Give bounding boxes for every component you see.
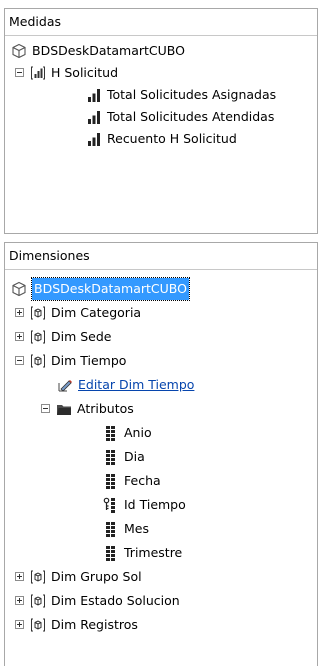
measures-panel: Medidas BDSDeskDatamartCUBO H Solicitud …	[4, 8, 318, 234]
edit-dimension-link-row[interactable]: Editar Dim Tiempo	[57, 373, 194, 395]
key-attribute-icon	[103, 497, 115, 513]
dimension-icon	[31, 618, 45, 631]
dimension-icon	[31, 570, 45, 583]
measure-bars-icon	[88, 88, 100, 102]
measure-item[interactable]: Total Solicitudes Atendidas	[86, 105, 274, 127]
attribute-label: Anio	[124, 424, 152, 440]
attribute-label: Mes	[124, 520, 149, 536]
dimensions-cube-node[interactable]: BDSDeskDatamartCUBO	[11, 276, 190, 301]
attributes-folder[interactable]: Atributos	[41, 397, 134, 419]
expand-toggle[interactable]	[15, 308, 24, 317]
attribute-item[interactable]: Mes	[103, 517, 149, 539]
dimension-icon	[31, 594, 45, 607]
dimension-dim-tiempo[interactable]: Dim Tiempo	[15, 349, 126, 371]
measure-bars-icon	[88, 132, 100, 146]
attribute-label: Trimestre	[124, 544, 183, 560]
measure-group-h-solicitud[interactable]: H Solicitud	[15, 61, 118, 83]
dimension-label: Dim Estado Solucion	[51, 592, 180, 608]
folder-icon	[57, 404, 71, 415]
attribute-icon	[106, 545, 115, 561]
dimension-label: Dim Tiempo	[51, 352, 127, 368]
attribute-item[interactable]: Trimestre	[103, 541, 182, 563]
attribute-icon	[106, 449, 115, 465]
expand-toggle[interactable]	[15, 572, 24, 581]
dimensions-cube-label: BDSDeskDatamartCUBO	[31, 276, 190, 301]
attribute-icon	[106, 473, 115, 489]
dimension-dim-registros[interactable]: Dim Registros	[15, 613, 138, 635]
expand-toggle[interactable]	[15, 332, 24, 341]
dimension-dim-grupo-sol[interactable]: Dim Grupo Sol	[15, 565, 142, 587]
expand-toggle[interactable]	[15, 596, 24, 605]
dimension-label: Dim Categoria	[51, 304, 142, 320]
measures-header: Medidas	[5, 9, 317, 36]
collapse-toggle[interactable]	[15, 356, 24, 365]
cube-icon	[12, 43, 26, 58]
measures-cube-node[interactable]: BDSDeskDatamartCUBO	[11, 39, 185, 61]
collapse-toggle[interactable]	[15, 68, 24, 77]
dimension-dim-estado-solucion[interactable]: Dim Estado Solucion	[15, 589, 180, 611]
dimension-dim-sede[interactable]: Dim Sede	[15, 325, 112, 347]
measure-item-label: Total Solicitudes Asignadas	[107, 86, 277, 102]
dimension-label: Dim Sede	[51, 328, 112, 344]
measure-item-label: Recuento H Solicitud	[107, 130, 237, 146]
dimensions-panel: Dimensiones BDSDeskDatamartCUBO Dim Cate…	[4, 242, 318, 666]
measure-bars-icon	[88, 110, 100, 124]
dimension-dim-categoria[interactable]: Dim Categoria	[15, 301, 141, 323]
edit-dim-tiempo-link[interactable]: Editar Dim Tiempo	[78, 374, 194, 396]
attribute-icon	[106, 425, 115, 441]
attribute-label: Id Tiempo	[124, 496, 186, 512]
dimension-icon	[31, 306, 45, 319]
attribute-item[interactable]: Fecha	[103, 469, 161, 491]
measure-group-label: H Solicitud	[51, 64, 119, 80]
dimensions-header: Dimensiones	[5, 243, 317, 270]
measure-item-label: Total Solicitudes Atendidas	[107, 108, 275, 124]
dimension-label: Dim Registros	[51, 616, 138, 632]
attribute-item[interactable]: Dia	[103, 445, 145, 467]
expand-toggle[interactable]	[15, 620, 24, 629]
cube-icon	[12, 281, 26, 296]
measure-item[interactable]: Recuento H Solicitud	[86, 127, 237, 149]
measure-group-icon	[31, 66, 45, 79]
measure-item[interactable]: Total Solicitudes Asignadas	[86, 83, 276, 105]
dimension-label: Dim Grupo Sol	[51, 568, 142, 584]
attribute-item-key[interactable]: Id Tiempo	[103, 493, 186, 515]
attribute-item[interactable]: Anio	[103, 421, 152, 443]
measures-cube-label: BDSDeskDatamartCUBO	[32, 42, 185, 58]
attribute-label: Dia	[124, 448, 145, 464]
edit-pencil-icon	[58, 379, 72, 392]
dimension-icon	[31, 354, 45, 367]
dimension-icon	[31, 330, 45, 343]
collapse-toggle[interactable]	[41, 404, 50, 413]
attributes-label: Atributos	[77, 400, 134, 416]
attribute-icon	[106, 521, 115, 537]
attribute-label: Fecha	[124, 472, 161, 488]
